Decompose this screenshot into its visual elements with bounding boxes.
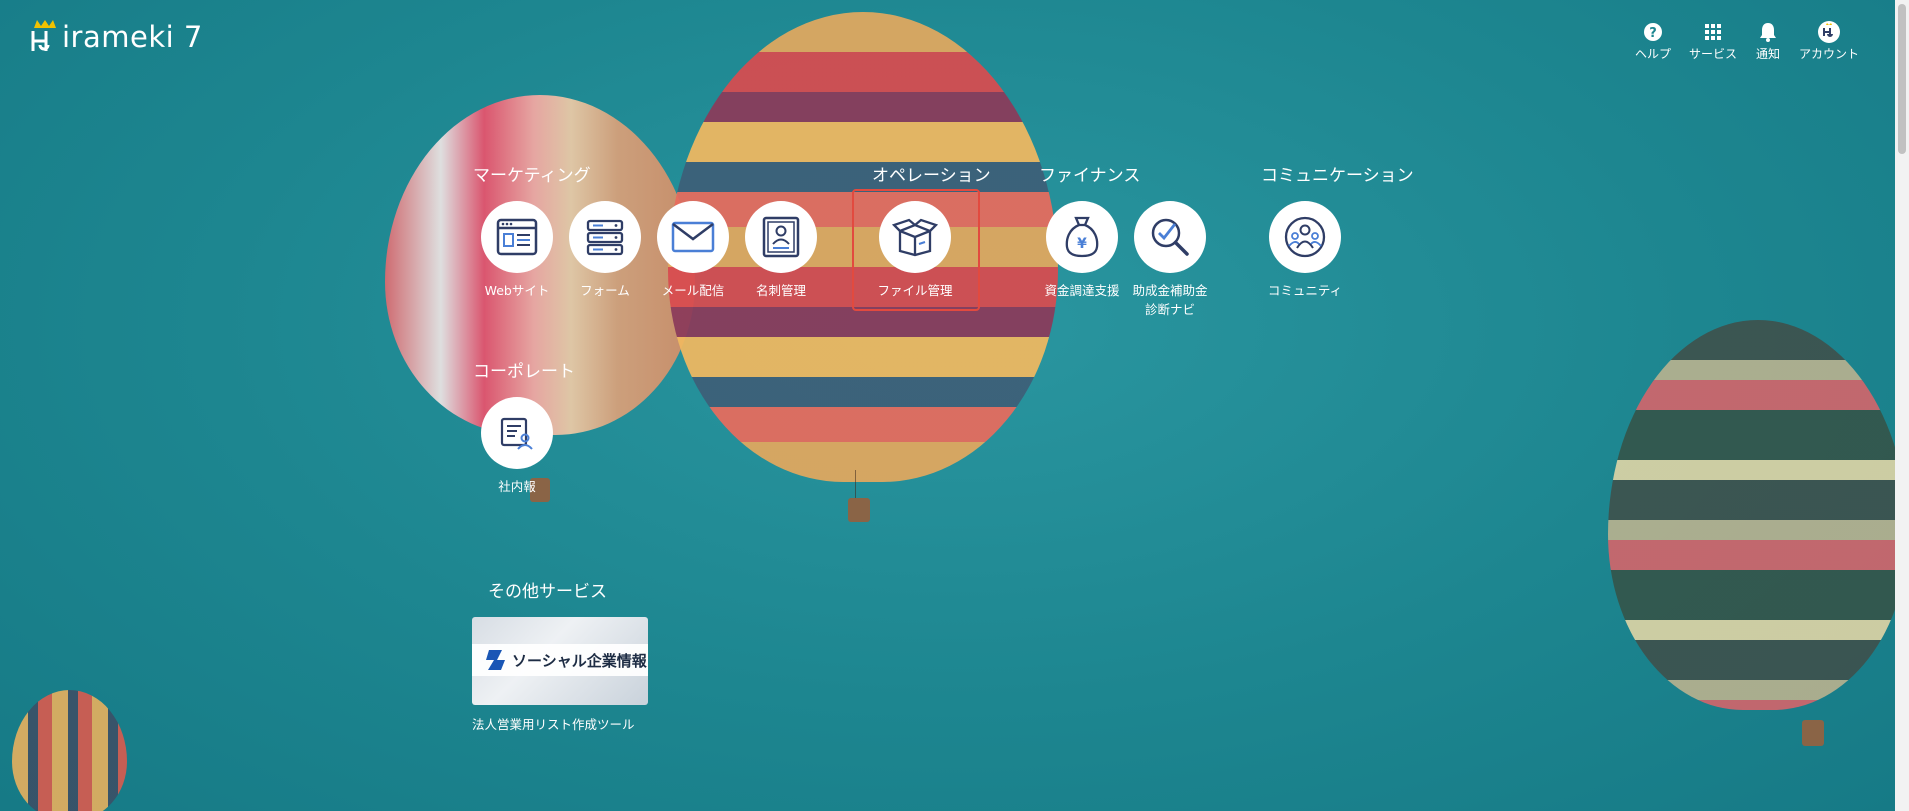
account-label: アカウント bbox=[1798, 47, 1859, 61]
app-community[interactable]: コミュニティ bbox=[1260, 201, 1350, 301]
app-funding[interactable]: ¥ 資金調達支援 bbox=[1037, 201, 1127, 301]
app-funding-label: 資金調達支援 bbox=[1044, 283, 1120, 298]
app-business-card[interactable]: 名刺管理 bbox=[736, 201, 826, 301]
page-scrollbar[interactable] bbox=[1895, 0, 1909, 811]
help-label: ヘルプ bbox=[1634, 47, 1671, 61]
logo-h-icon bbox=[31, 31, 50, 51]
services-button[interactable]: サービス bbox=[1689, 19, 1737, 62]
balloon-small bbox=[12, 690, 127, 811]
banner-title: ソーシャル企業情報 bbox=[512, 651, 647, 670]
basket-center bbox=[848, 498, 870, 522]
app-business-card-label: 名刺管理 bbox=[755, 283, 806, 298]
business-card-icon bbox=[762, 216, 800, 258]
svg-text:?: ? bbox=[1649, 26, 1657, 41]
app-mail[interactable]: メール配信 bbox=[648, 201, 738, 301]
basket-right bbox=[1802, 720, 1824, 746]
notifications-label: 通知 bbox=[1755, 47, 1780, 61]
category-finance: ファイナンス bbox=[1039, 166, 1141, 186]
app-website[interactable]: Webサイト bbox=[472, 201, 562, 301]
category-communication: コミュニケーション bbox=[1261, 166, 1414, 186]
balloon-right bbox=[1608, 320, 1908, 710]
help-button[interactable]: ? ヘルプ bbox=[1635, 19, 1671, 62]
social-company-info-banner[interactable]: ソーシャル企業情報 bbox=[472, 617, 648, 705]
grid-icon bbox=[1700, 19, 1726, 45]
question-circle-icon: ? bbox=[1640, 19, 1666, 45]
social-company-logo-icon bbox=[486, 650, 505, 670]
app-community-label: コミュニティ bbox=[1267, 283, 1343, 298]
svg-text:¥: ¥ bbox=[1077, 236, 1087, 252]
app-subsidy[interactable]: 助成金補助金 診断ナビ bbox=[1125, 201, 1215, 320]
app-file-management[interactable]: ファイル管理 bbox=[870, 201, 960, 301]
user-icon bbox=[1816, 19, 1842, 45]
category-corporate: コーポレート bbox=[473, 362, 575, 382]
form-icon bbox=[586, 219, 624, 256]
category-marketing: マーケティング bbox=[473, 166, 591, 186]
mail-icon bbox=[671, 221, 715, 253]
app-mail-label: メール配信 bbox=[661, 283, 725, 298]
app-subsidy-label: 助成金補助金 診断ナビ bbox=[1132, 283, 1208, 317]
newsletter-icon bbox=[500, 417, 533, 450]
app-logo[interactable]: irameki 7 bbox=[30, 20, 203, 54]
money-bag-icon: ¥ bbox=[1065, 216, 1099, 258]
notifications-button[interactable]: 通知 bbox=[1755, 19, 1781, 62]
app-internal-news-label: 社内報 bbox=[498, 479, 536, 494]
box-icon bbox=[892, 218, 938, 257]
services-label: サービス bbox=[1688, 47, 1737, 61]
bell-icon bbox=[1755, 19, 1781, 45]
magnifier-check-icon bbox=[1151, 218, 1189, 256]
community-icon bbox=[1284, 216, 1326, 258]
browser-window-icon bbox=[496, 218, 538, 256]
banner-caption: 法人営業用リスト作成ツール bbox=[472, 717, 635, 732]
app-form[interactable]: フォーム bbox=[560, 201, 650, 301]
app-website-label: Webサイト bbox=[484, 283, 550, 298]
scrollbar-thumb[interactable] bbox=[1898, 4, 1906, 154]
app-internal-news[interactable]: 社内報 bbox=[472, 397, 562, 497]
app-form-label: フォーム bbox=[580, 283, 630, 298]
category-operation: オペレーション bbox=[872, 166, 991, 186]
logo-text: irameki 7 bbox=[62, 20, 203, 54]
top-navigation: ? ヘルプ サービス 通知 アカウント bbox=[1635, 19, 1859, 62]
logo-mark bbox=[30, 20, 60, 51]
background bbox=[0, 0, 1909, 811]
category-other-services: その他サービス bbox=[488, 582, 607, 602]
account-button[interactable]: アカウント bbox=[1799, 19, 1859, 62]
app-file-management-label: ファイル管理 bbox=[877, 283, 953, 298]
